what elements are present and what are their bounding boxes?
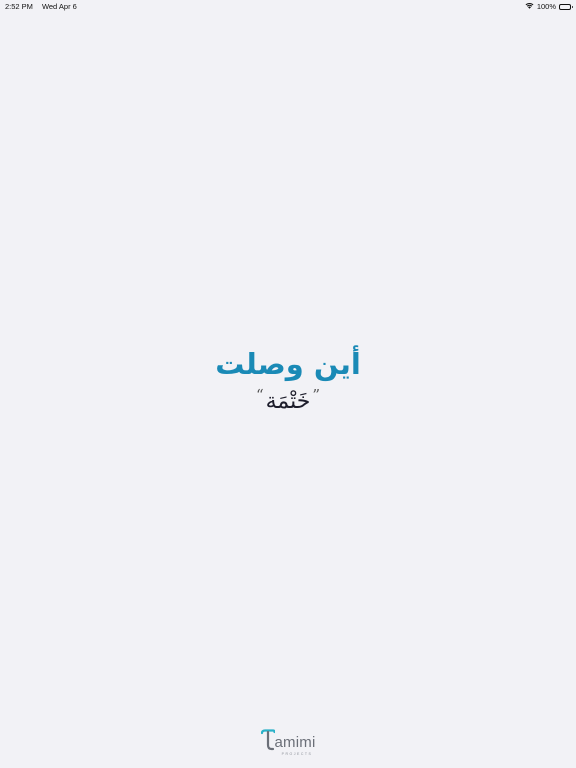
open-quote: “ — [255, 386, 264, 404]
status-date: Wed Apr 6 — [41, 2, 77, 11]
battery-percent: 100% — [536, 2, 556, 11]
tamimi-logo: amimi PROJECTS — [0, 729, 576, 756]
logo-subtitle: PROJECTS — [281, 752, 313, 756]
khatma-label: ” خَتْمَة “ — [255, 386, 321, 415]
khatma-word: خَتْمَة — [265, 389, 311, 414]
close-quote: ” — [312, 386, 321, 404]
headline: أين وصلت — [215, 347, 361, 381]
wifi-icon — [525, 2, 534, 11]
tamimi-t-icon — [260, 729, 275, 751]
battery-icon — [559, 3, 573, 10]
logo-row: amimi — [260, 729, 316, 751]
logo-wordmark: amimi — [274, 734, 316, 751]
status-right: 100% — [525, 2, 573, 11]
status-left: 2:52 PM Wed Apr 6 — [5, 2, 77, 11]
status-time: 2:52 PM — [5, 2, 33, 11]
main-content: أين وصلت ” خَتْمَة “ — [0, 345, 576, 415]
status-bar: 2:52 PM Wed Apr 6 100% — [0, 0, 576, 12]
